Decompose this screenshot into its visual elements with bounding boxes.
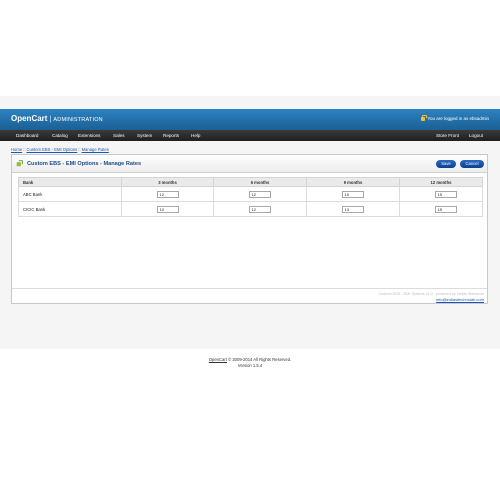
- menu-item-reports[interactable]: Reports: [163, 133, 179, 138]
- menu-item-store-front[interactable]: Store Front: [436, 133, 459, 138]
- rate-cell: [121, 186, 214, 202]
- support-email-link[interactable]: info@indiasitechnolab.com: [436, 297, 484, 302]
- menu-item-system[interactable]: System: [137, 133, 152, 138]
- menu-item-extensions[interactable]: Extensions: [78, 133, 100, 138]
- module-footer: Custom EBS - EMI Options v1.0 - powered …: [12, 288, 487, 303]
- opencart-link[interactable]: OpenCart: [209, 357, 227, 362]
- rate-cell: [306, 201, 400, 217]
- rate-input-6-months[interactable]: [249, 190, 271, 198]
- version-text: Version 1.5.4: [237, 362, 263, 368]
- rate-cell: [399, 201, 483, 217]
- logo[interactable]: OpenCart | ADMINISTRATION: [11, 114, 103, 123]
- breadcrumb-home[interactable]: Home: [11, 147, 22, 152]
- column-header-12-months: 12 months: [399, 177, 483, 187]
- rate-input-9-months[interactable]: [342, 205, 364, 213]
- brand-name: OpenCart: [11, 114, 48, 123]
- table-row: ABC Bank: [18, 186, 483, 202]
- rate-cell: [306, 186, 400, 202]
- rate-input-12-months[interactable]: [435, 205, 457, 213]
- rate-cell: [213, 186, 307, 202]
- rate-cell: [213, 201, 307, 217]
- menu-item-sales[interactable]: Sales: [113, 133, 125, 138]
- rate-input-9-months[interactable]: [342, 190, 364, 198]
- page-title: Custom EBS - EMI Options - Manage Rates: [27, 161, 142, 167]
- menu-item-catalog[interactable]: Catalog: [52, 133, 68, 138]
- bank-name: CICIC Bank: [18, 201, 122, 217]
- cancel-button[interactable]: Cancel: [460, 160, 484, 168]
- rate-input-3-months[interactable]: [157, 205, 179, 213]
- rate-cell: [399, 186, 483, 202]
- breadcrumb: Home::Custom EBS - EMI Options::Manage R…: [11, 147, 109, 152]
- rate-input-3-months[interactable]: [157, 190, 179, 198]
- main-menu: Dashboard Catalog Extensions Sales Syste…: [0, 130, 500, 141]
- breadcrumb-separator: ::: [78, 147, 81, 152]
- rate-input-12-months[interactable]: [435, 190, 457, 198]
- module-credit: Custom EBS - EMI Options v1.0 - powered …: [378, 292, 484, 296]
- page-footer: OpenCart © 2009-2014 All Rights Reserved…: [0, 357, 500, 368]
- breadcrumb-emi-options[interactable]: Custom EBS - EMI Options: [27, 147, 78, 152]
- rate-cell: [121, 201, 214, 217]
- column-header-3-months: 3 months: [121, 177, 214, 187]
- breadcrumb-separator: ::: [23, 147, 26, 152]
- module-icon: [16, 160, 23, 167]
- menu-item-help[interactable]: Help: [191, 133, 200, 138]
- copyright-text: © 2009-2014 All Rights Reserved.: [226, 357, 292, 362]
- logo-separator: |: [49, 114, 52, 123]
- column-header-9-months: 9 months: [306, 177, 400, 187]
- section-name: ADMINISTRATION: [53, 117, 103, 123]
- login-info: You are logged in as ebsadmin: [421, 114, 489, 121]
- menu-item-logout[interactable]: Logout: [469, 133, 483, 138]
- login-text: You are logged in as: [427, 116, 470, 121]
- rates-table: Bank 3 months 6 months 9 months 12 month…: [18, 177, 483, 217]
- column-header-6-months: 6 months: [213, 177, 307, 187]
- table-header-row: Bank 3 months 6 months 9 months 12 month…: [18, 177, 483, 187]
- lock-icon: [421, 114, 427, 121]
- bank-name: ABC Bank: [18, 186, 122, 202]
- breadcrumb-manage-rates[interactable]: Manage Rates: [82, 147, 109, 152]
- menu-item-dashboard[interactable]: Dashboard: [16, 133, 38, 138]
- content-box: Custom EBS - EMI Options - Manage Rates …: [11, 154, 488, 304]
- rate-input-6-months[interactable]: [249, 205, 271, 213]
- table-row: CICIC Bank: [18, 201, 483, 217]
- column-header-bank: Bank: [18, 177, 122, 187]
- username: ebsadmin: [469, 116, 489, 121]
- top-header: OpenCart | ADMINISTRATION You are logged i…: [0, 109, 500, 130]
- save-button[interactable]: Save: [436, 160, 456, 168]
- box-heading: Custom EBS - EMI Options - Manage Rates …: [12, 155, 487, 173]
